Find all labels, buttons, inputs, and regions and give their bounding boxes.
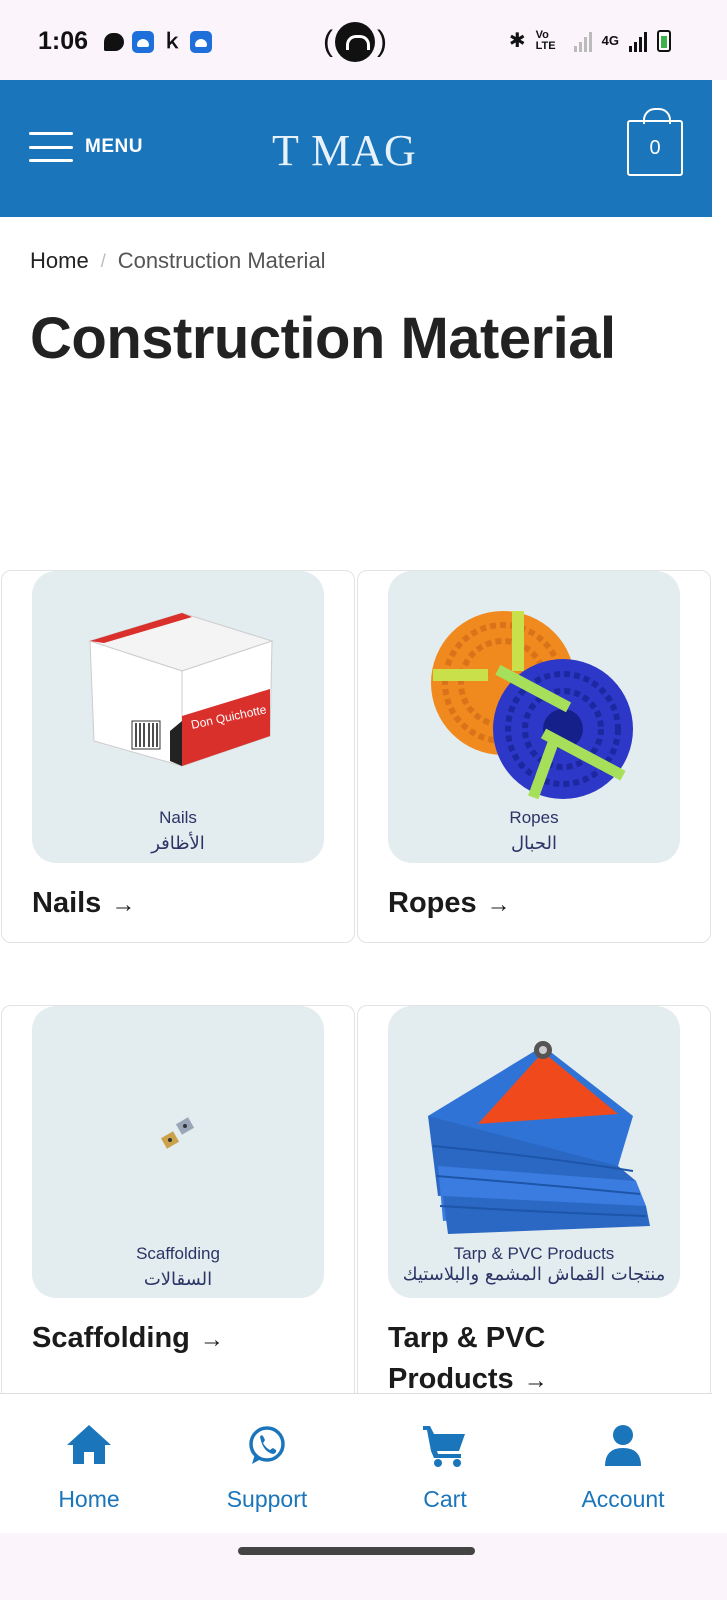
cart-count: 0 [649,136,661,159]
status-bar: 1:06 ｋ () ✱ Vo LTE 4G [0,0,727,80]
arrow-right-icon: → [486,891,511,918]
image-label-english: Scaffolding [136,1244,220,1263]
image-label-arabic: الحبال [510,833,558,854]
nav-support[interactable]: Support [197,1422,337,1513]
signal-icon [573,30,592,52]
arrow-right-icon: → [111,891,136,918]
category-title-text: Ropes [388,887,477,919]
image-label-arabic: منتجات القماش المشمع والبلاستيك [402,1264,666,1285]
category-title[interactable]: Ropes → [388,883,511,925]
nav-cart-label: Cart [423,1486,467,1512]
image-label-english: Nails [159,808,197,827]
gesture-handle[interactable] [238,1547,475,1555]
app-notification-icon [132,31,154,53]
nav-support-label: Support [226,1486,308,1512]
volte-label: Vo LTE [535,28,556,52]
notification-icons: ｋ [104,31,212,53]
home-icon [67,1425,111,1464]
status-time: 1:06 [38,27,89,55]
network-label: 4G [601,33,619,48]
header-cart-button[interactable]: 0 [627,108,683,176]
category-title[interactable]: Tarp & PVC Products → [388,1318,668,1401]
message-icon [104,33,124,51]
breadcrumb: Home / Construction Material [30,248,326,274]
nav-home[interactable]: Home [19,1422,159,1513]
category-image[interactable]: Don Quichotte Nails الأظافر [32,571,324,863]
signal-icon [629,30,647,52]
breadcrumb-separator: / [100,250,106,271]
battery-icon [657,29,671,52]
breadcrumb-home-link[interactable]: Home [30,248,89,274]
system-icons: ✱ Vo LTE 4G [509,28,671,53]
category-image[interactable]: Ropes الحبال [388,571,680,863]
bluetooth-icon: ✱ [508,30,526,52]
page-title: Construction Material [30,306,616,371]
site-header: MENU T MAG 0 [0,80,712,217]
category-image[interactable]: Scaffolding السقالات [32,1006,324,1298]
whatsapp-icon [249,1426,285,1464]
menu-label: MENU [85,136,143,157]
gesture-area [0,1533,727,1600]
menu-button[interactable]: MENU [29,132,143,162]
nav-account-label: Account [581,1486,665,1512]
arrow-right-icon: → [199,1326,224,1353]
nav-account[interactable]: Account [553,1422,693,1513]
category-card-ropes[interactable]: Ropes الحبال Ropes → [357,570,711,943]
category-title[interactable]: Scaffolding → [32,1318,224,1360]
image-label-arabic: السقالات [143,1269,213,1290]
image-label-english: Tarp & PVC Products [453,1244,615,1263]
breadcrumb-current: Construction Material [117,248,326,273]
account-icon [605,1425,641,1466]
category-title[interactable]: Nails → [32,883,135,925]
hotspot-indicator: () [323,22,387,62]
bottom-navigation: Home Support Cart Account [0,1393,712,1533]
site-logo[interactable]: T MAG [272,125,417,176]
app-notification-icon [190,31,212,53]
category-title-text: Tarp & PVC Products [388,1322,546,1395]
cart-icon [423,1426,465,1467]
category-title-text: Nails [32,887,102,919]
nav-cart[interactable]: Cart [375,1422,515,1513]
category-card-tarp-pvc[interactable]: Tarp & PVC Products منتجات القماش المشمع… [357,1005,711,1405]
arrow-right-icon: → [523,1367,548,1394]
category-image[interactable]: Tarp & PVC Products منتجات القماش المشمع… [388,1006,680,1298]
category-title-text: Scaffolding [32,1322,190,1354]
hotspot-icon [335,22,375,62]
image-label-english: Ropes [509,808,559,827]
nav-home-label: Home [58,1486,120,1512]
category-card-nails[interactable]: Don Quichotte Nails الأظافر Nails → [1,570,355,943]
hamburger-icon [29,132,73,162]
category-card-scaffolding[interactable]: Scaffolding السقالات Scaffolding → [1,1005,355,1405]
k-icon: ｋ [162,31,182,53]
image-label-arabic: الأظافر [151,833,205,854]
